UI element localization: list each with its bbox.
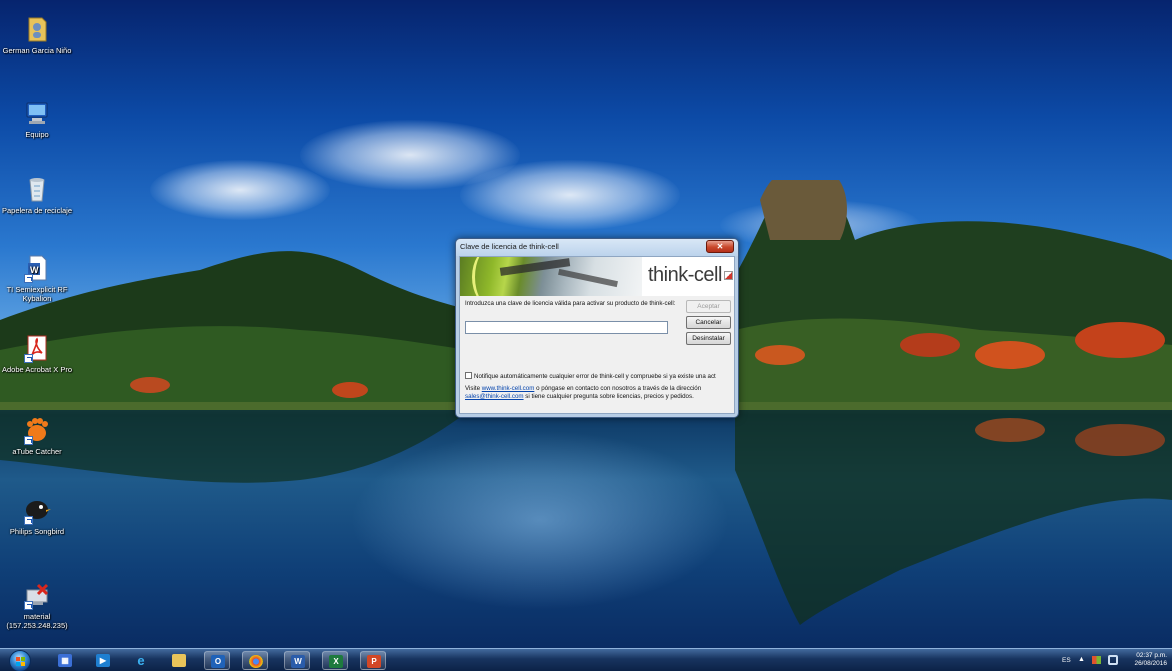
license-key-input[interactable] <box>465 321 668 334</box>
clock[interactable]: 02:37 p.m. 26/08/2016 <box>1127 652 1167 668</box>
desktop-icon-atube-catcher[interactable]: aTube Catcher <box>0 415 75 456</box>
word-icon: W <box>291 655 305 668</box>
desktop-icon-label: TI Semiexplicit RF Kybalion <box>6 285 68 303</box>
desktop-icon-user-folder[interactable]: German Garcia Niño <box>0 14 75 55</box>
banner-photo <box>460 257 642 296</box>
word-document-icon: W <box>22 253 52 283</box>
dialog-body: think-cell Introduzca una clave de licen… <box>459 256 735 414</box>
desktop-icon-label: aTube Catcher <box>12 447 62 456</box>
contact-info: Visite www.think-cell.com o póngase en c… <box>465 385 731 400</box>
desktop-icon-label: Philips Songbird <box>9 527 65 536</box>
website-link[interactable]: www.think-cell.com <box>482 385 535 392</box>
action-center-flag-icon[interactable] <box>1092 656 1101 664</box>
license-key-dialog: Clave de licencia de think-cell ✕ think-… <box>455 238 739 418</box>
taskbar: ▦ ▶ e O W X P ES ▲ 02:37 p.m. 26/08/2016 <box>0 648 1172 671</box>
desktop-icon-acrobat[interactable]: Adobe Acrobat X Pro <box>0 333 75 374</box>
uninstall-button[interactable]: Desinstalar <box>686 332 731 345</box>
outlook-icon: O <box>211 655 225 668</box>
songbird-icon <box>22 495 52 525</box>
taskbar-item-media[interactable]: ▶ <box>90 651 116 670</box>
close-icon: ✕ <box>716 242 724 251</box>
license-prompt: Introduzca una clave de licencia válida … <box>465 300 676 307</box>
dialog-titlebar[interactable]: Clave de licencia de think-cell ✕ <box>456 239 738 256</box>
shortcut-arrow-icon <box>24 601 33 610</box>
desktop-icon-label: Papelera de reciclaje <box>1 206 73 215</box>
email-link[interactable]: sales@think-cell.com <box>465 393 524 400</box>
taskbar-item-word[interactable]: W <box>284 651 310 670</box>
shortcut-arrow-icon <box>24 274 33 283</box>
media-icon: ▶ <box>96 654 110 667</box>
recycle-bin-icon <box>22 174 52 204</box>
taskbar-item-internet-explorer[interactable]: e <box>128 651 154 670</box>
internet-explorer-icon: e <box>137 653 145 668</box>
think-cell-logo: think-cell <box>648 264 722 286</box>
taskbar-item-file-explorer[interactable] <box>166 651 192 670</box>
powerpoint-icon: P <box>367 655 381 668</box>
notify-checkbox-label: Notifique automáticamente cualquier erro… <box>474 373 716 380</box>
close-button[interactable]: ✕ <box>706 240 734 253</box>
notify-option[interactable]: Notifique automáticamente cualquier erro… <box>465 372 735 380</box>
desktop-icon-computer[interactable]: Equipo <box>0 98 75 139</box>
file-explorer-icon <box>172 654 186 667</box>
accept-button[interactable]: Aceptar <box>686 300 731 313</box>
dialog-title: Clave de licencia de think-cell <box>460 242 559 251</box>
chrome-icon <box>249 655 263 668</box>
desktop-icon-label: material (157.253.248.235) <box>6 612 68 630</box>
shortcut-arrow-icon <box>24 354 33 363</box>
user-folder-icon <box>22 14 52 44</box>
acrobat-icon <box>22 333 52 363</box>
taskbar-item-excel[interactable]: X <box>322 651 348 670</box>
notify-checkbox[interactable] <box>465 372 472 379</box>
computer-icon <box>22 98 52 128</box>
clock-time: 02:37 p.m. <box>1136 652 1167 659</box>
shortcut-arrow-icon <box>24 436 33 445</box>
desktop-icon-label: Equipo <box>25 130 49 139</box>
taskbar-item-powerpoint[interactable]: P <box>360 651 386 670</box>
desktop-icon-word-document[interactable]: W TI Semiexplicit RF Kybalion <box>0 253 75 303</box>
atube-catcher-icon <box>22 415 52 445</box>
language-indicator[interactable]: ES <box>1062 657 1071 664</box>
clock-date: 26/08/2016 <box>1134 660 1167 667</box>
desktop-icon-label: Adobe Acrobat X Pro <box>1 365 73 374</box>
excel-icon: X <box>329 655 343 668</box>
info-text: Visite <box>465 385 482 392</box>
taskbar-item-apps[interactable]: ▦ <box>52 651 78 670</box>
lake-reflection <box>0 410 1172 625</box>
desktop-icon-songbird[interactable]: Philips Songbird <box>0 495 75 536</box>
show-hidden-icons-icon[interactable]: ▲ <box>1078 656 1085 663</box>
desktop-icon-network-folder[interactable]: material (157.253.248.235) <box>0 580 75 630</box>
start-button[interactable] <box>9 650 31 671</box>
network-icon[interactable] <box>1108 655 1118 665</box>
desktop-icon-label: German Garcia Niño <box>2 46 72 55</box>
apps-icon: ▦ <box>58 654 72 667</box>
info-text: si tiene cualquier pregunta sobre licenc… <box>523 392 694 400</box>
system-tray: ES ▲ 02:37 p.m. 26/08/2016 <box>1052 649 1172 671</box>
taskbar-item-chrome[interactable] <box>242 651 268 670</box>
info-text: o póngase en contacto con nosotros a tra… <box>534 385 702 392</box>
dialog-banner: think-cell <box>460 257 734 296</box>
shortcut-arrow-icon <box>24 516 33 525</box>
windows-logo-icon <box>16 657 25 666</box>
cancel-button[interactable]: Cancelar <box>686 316 731 329</box>
desktop-icon-recycle-bin[interactable]: Papelera de reciclaje <box>0 174 75 215</box>
network-folder-icon <box>22 580 52 610</box>
taskbar-item-outlook[interactable]: O <box>204 651 230 670</box>
think-cell-logo-icon <box>724 271 733 280</box>
